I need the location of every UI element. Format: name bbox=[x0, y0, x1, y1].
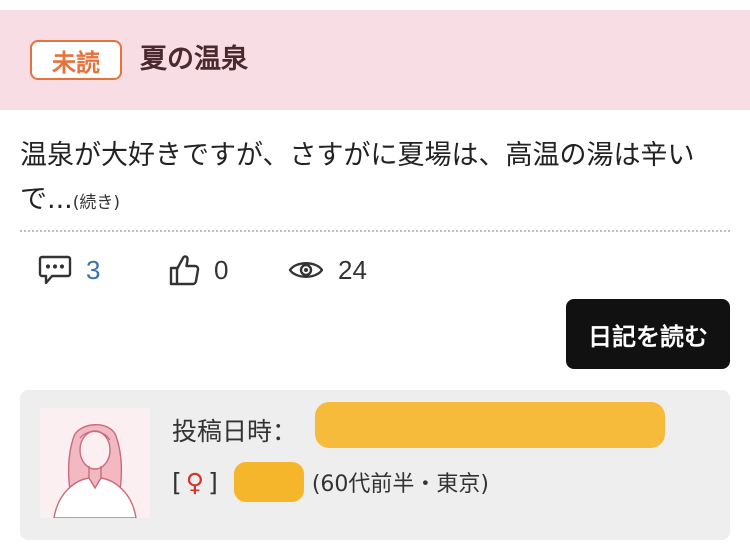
redacted-username bbox=[233, 462, 304, 502]
author-info: [ ♀ ] (60代前半・東京) bbox=[172, 462, 489, 502]
likes-count: 0 bbox=[214, 254, 229, 285]
likes-stat[interactable]: 0 bbox=[168, 250, 228, 290]
diary-header: 未読 夏の温泉 bbox=[0, 10, 750, 110]
dotted-divider bbox=[20, 230, 730, 232]
avatar[interactable] bbox=[40, 408, 150, 519]
posted-at-label: 投稿日時： bbox=[172, 417, 298, 446]
speech-bubble-icon bbox=[38, 254, 72, 286]
views-count: 24 bbox=[338, 254, 367, 285]
author-card[interactable]: 投稿日時： [ ♀ ] (60代前半・東京) bbox=[20, 390, 730, 540]
unread-badge: 未読 bbox=[30, 40, 122, 80]
comments-count: 3 bbox=[86, 254, 101, 285]
bracket-open: [ bbox=[172, 467, 182, 497]
read-diary-button[interactable]: 日記を読む bbox=[566, 299, 730, 369]
female-icon: ♀ bbox=[185, 467, 205, 497]
diary-title[interactable]: 夏の温泉 bbox=[140, 40, 248, 80]
woman-avatar-illustration bbox=[53, 424, 137, 519]
age-location: (60代前半・東京) bbox=[311, 472, 490, 497]
views-stat: 24 bbox=[288, 250, 367, 290]
excerpt-text: 温泉が大好きですが、さすがに夏場は、高温の湯は辛いで... bbox=[20, 140, 695, 215]
bracket-close: ] bbox=[208, 467, 218, 497]
diary-excerpt[interactable]: 温泉が大好きですが、さすがに夏場は、高温の湯は辛いで...(続き) bbox=[20, 134, 730, 225]
thumbs-up-icon bbox=[168, 253, 200, 287]
eye-icon bbox=[288, 258, 324, 282]
redacted-timestamp bbox=[315, 402, 665, 448]
read-more-link[interactable]: (続き) bbox=[73, 193, 120, 213]
comments-stat[interactable]: 3 bbox=[38, 250, 100, 290]
